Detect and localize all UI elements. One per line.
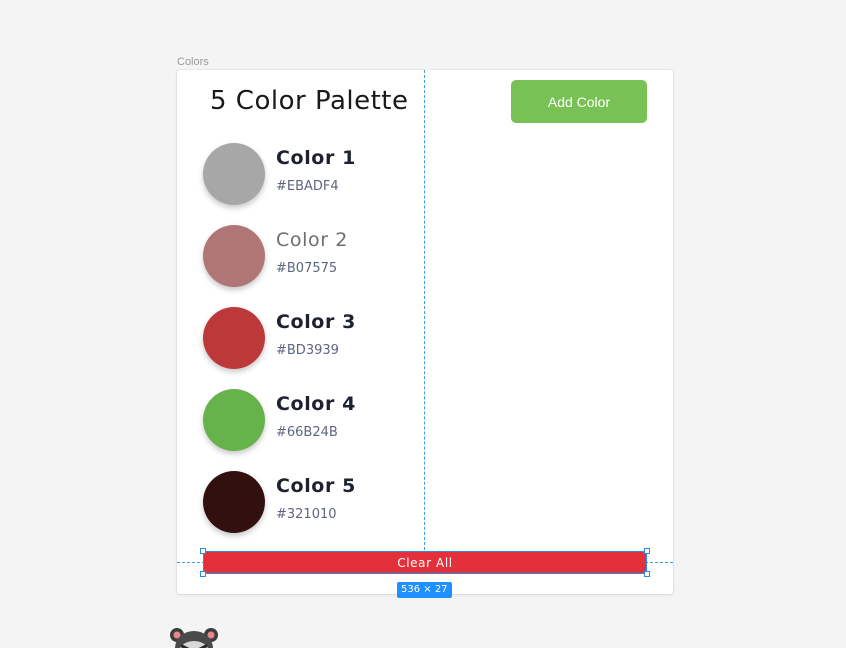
color-name-5: Color 5 — [276, 475, 356, 497]
clear-all-button[interactable]: Clear All — [203, 551, 647, 574]
color-swatch-3[interactable] — [203, 307, 265, 369]
color-swatch-5[interactable] — [203, 471, 265, 533]
resize-handle-bottom-right[interactable] — [644, 571, 650, 577]
raccoon-mascot-icon[interactable] — [168, 626, 220, 648]
resize-handle-top-right[interactable] — [644, 548, 650, 554]
resize-handle-top-left[interactable] — [200, 548, 206, 554]
page-title: 5 Color Palette — [210, 86, 409, 116]
resize-handle-bottom-left[interactable] — [200, 571, 206, 577]
add-color-button[interactable]: Add Color — [511, 80, 647, 123]
color-name-1: Color 1 — [276, 147, 356, 169]
color-swatch-4[interactable] — [203, 389, 265, 451]
color-list-item-2[interactable]: Color 2 #B07575 — [203, 225, 423, 289]
color-hex-4: #66B24B — [276, 425, 338, 440]
color-hex-1: #EBADF4 — [276, 179, 339, 194]
color-name-4: Color 4 — [276, 393, 356, 415]
color-name-3: Color 3 — [276, 311, 356, 333]
color-list-item-4[interactable]: Color 4 #66B24B — [203, 389, 423, 453]
color-name-2: Color 2 — [276, 229, 348, 251]
colors-frame[interactable]: 5 Color Palette Add Color Color 1 #EBADF… — [177, 70, 673, 598]
selection-size-badge: 536 × 27 — [397, 582, 452, 598]
vertical-guide-line — [424, 70, 425, 550]
color-list-item-5[interactable]: Color 5 #321010 — [203, 471, 423, 535]
color-hex-2: #B07575 — [276, 261, 338, 276]
color-swatch-1[interactable] — [203, 143, 265, 205]
color-swatch-2[interactable] — [203, 225, 265, 287]
color-list-item-1[interactable]: Color 1 #EBADF4 — [203, 143, 423, 207]
color-list-item-3[interactable]: Color 3 #BD3939 — [203, 307, 423, 371]
raccoon-mascot-icon-svg — [170, 628, 218, 648]
frame-label[interactable]: Colors — [177, 56, 209, 68]
color-hex-3: #BD3939 — [276, 343, 339, 358]
color-hex-5: #321010 — [276, 507, 337, 522]
